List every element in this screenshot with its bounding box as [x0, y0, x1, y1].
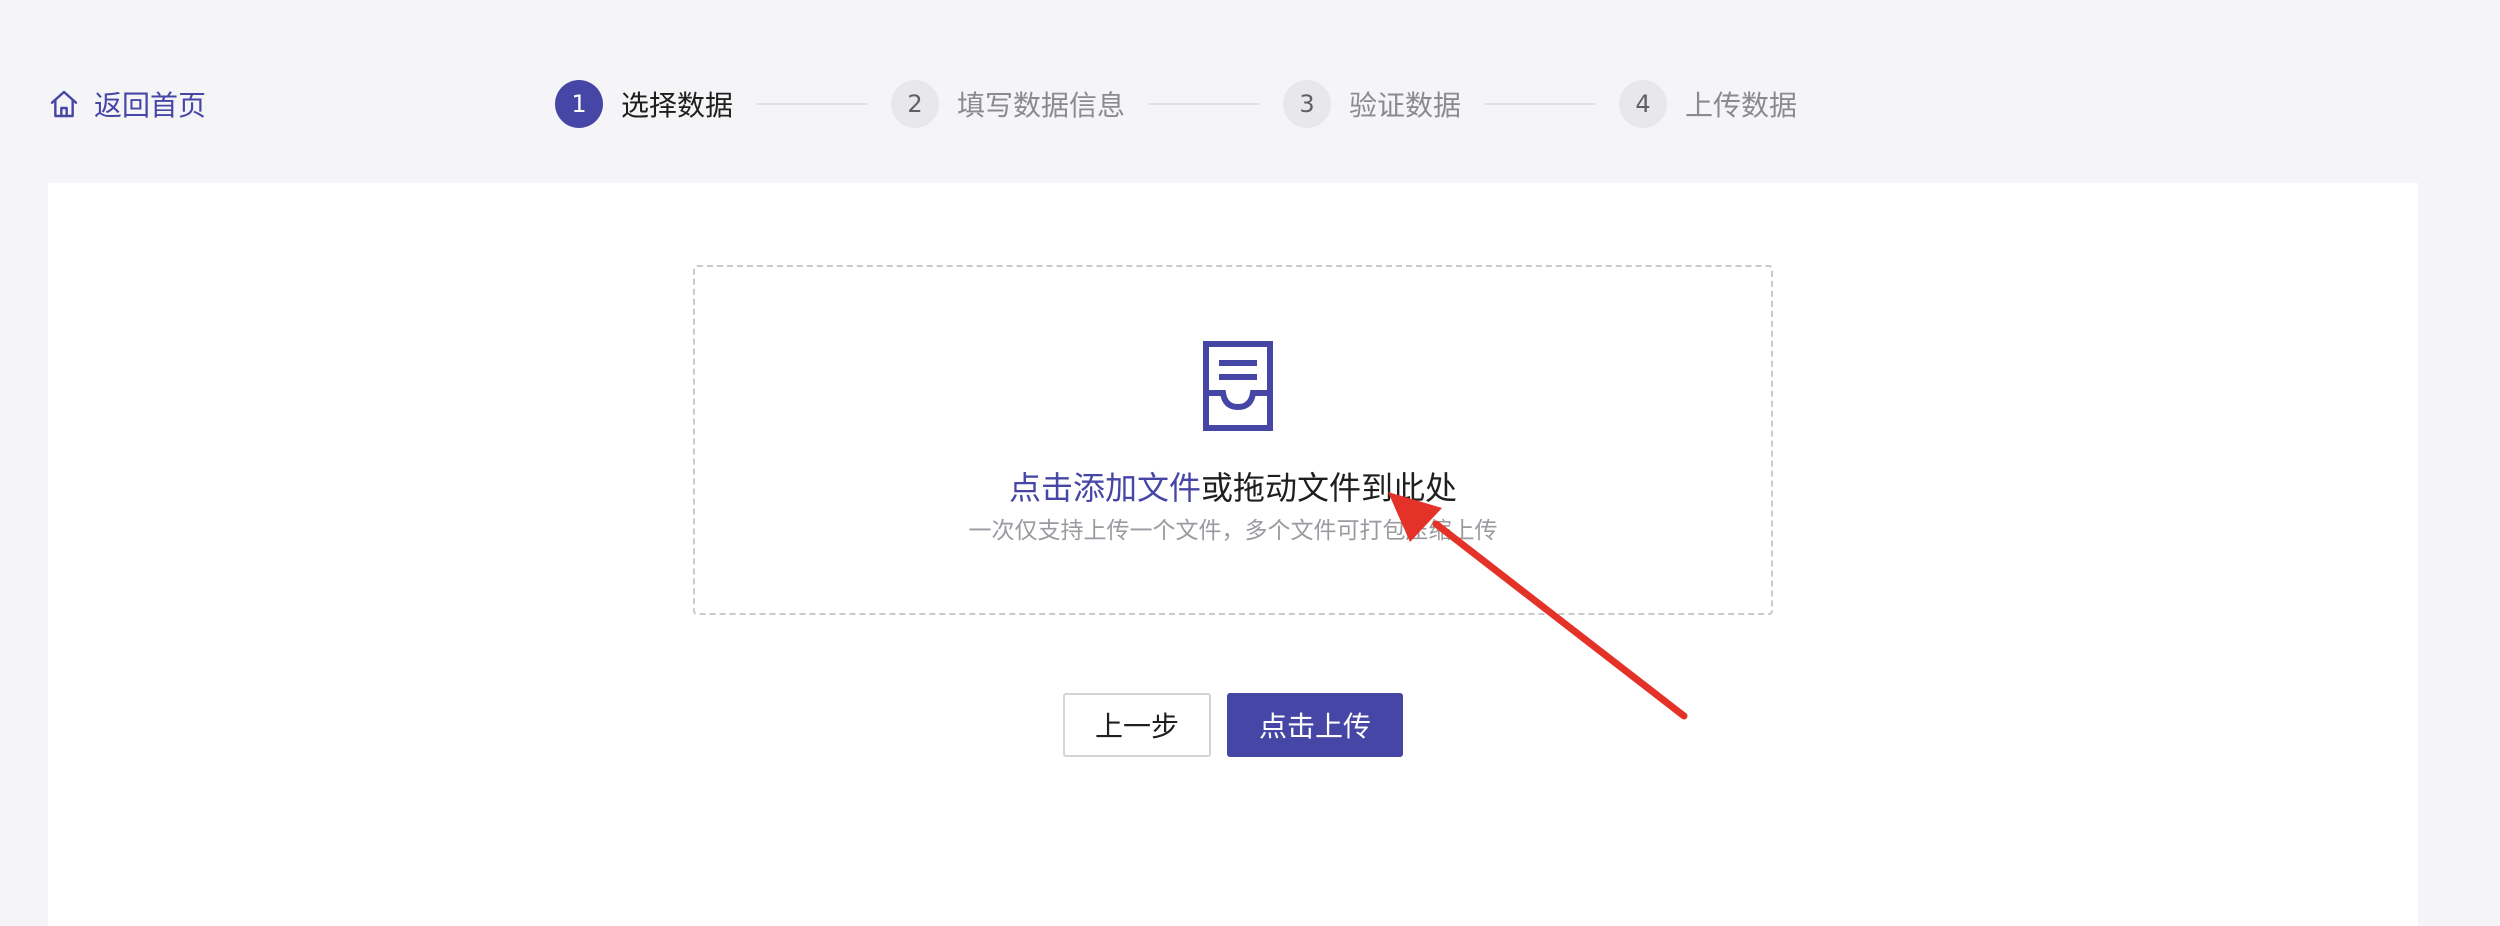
- file-dropzone[interactable]: 点击添加文件或拖动文件到此处 一次仅支持上传一个文件，多个文件可打包压缩上传: [693, 265, 1773, 615]
- step-verify-data[interactable]: 3 验证数据: [1283, 80, 1461, 128]
- dropzone-hint: 一次仅支持上传一个文件，多个文件可打包压缩上传: [968, 518, 1498, 544]
- step-select-data[interactable]: 1 选择数据: [555, 80, 733, 128]
- step-upload-data[interactable]: 4 上传数据: [1619, 80, 1797, 128]
- file-tray-icon: [1203, 341, 1273, 431]
- home-icon: [50, 90, 78, 118]
- step-number: 4: [1619, 80, 1668, 128]
- step-number: 2: [891, 80, 940, 128]
- upload-page: 返回首页 1 选择数据 2 填写数据信息 3 验证数据 4 上传数据 点击添加文…: [0, 0, 2500, 926]
- step-number: 3: [1283, 80, 1332, 128]
- back-home-link[interactable]: 返回首页: [48, 84, 206, 124]
- content-panel: 点击添加文件或拖动文件到此处 一次仅支持上传一个文件，多个文件可打包压缩上传 上…: [48, 183, 2418, 926]
- dropzone-instruction: 点击添加文件或拖动文件到此处: [695, 463, 1771, 509]
- step-label: 验证数据: [1349, 89, 1462, 122]
- step-connector: [1149, 103, 1260, 105]
- back-home-label: 返回首页: [94, 89, 207, 122]
- step-connector: [1485, 103, 1596, 105]
- progress-steps: 1 选择数据 2 填写数据信息 3 验证数据 4 上传数据: [555, 80, 1797, 128]
- add-file-link[interactable]: 点击添加文件: [1009, 469, 1201, 507]
- drag-file-text: 或拖动文件到此处: [1201, 469, 1458, 507]
- previous-step-button[interactable]: 上一步: [1063, 693, 1211, 757]
- step-label: 选择数据: [621, 89, 734, 122]
- step-label: 上传数据: [1685, 89, 1798, 122]
- step-label: 填写数据信息: [957, 89, 1126, 122]
- upload-button[interactable]: 点击上传: [1227, 693, 1403, 757]
- step-connector: [757, 103, 868, 105]
- step-number: 1: [555, 80, 603, 128]
- step-fill-info[interactable]: 2 填写数据信息: [891, 80, 1125, 128]
